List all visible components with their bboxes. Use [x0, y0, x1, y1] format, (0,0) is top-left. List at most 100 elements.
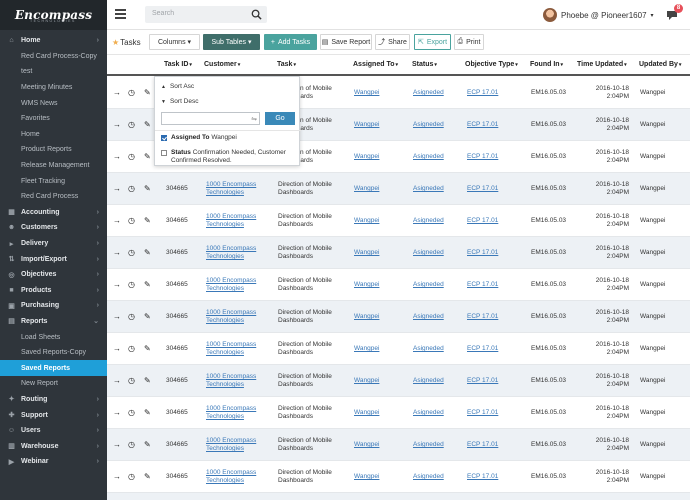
status-link[interactable]: Asigneded [413, 121, 444, 128]
status-link[interactable]: Asigneded [413, 473, 444, 480]
customer-link[interactable]: 1000 Encompass Technologies [206, 437, 266, 453]
user-menu[interactable]: Phoebe @ Pioneer1607 ▾ [543, 8, 654, 22]
edit-icon[interactable]: ✎ [144, 280, 151, 289]
objective-type-link[interactable]: ECP 17.01 [467, 281, 498, 288]
sidebar-item[interactable]: ⌂ Home › [0, 33, 107, 49]
status-link[interactable]: Asigneded [413, 249, 444, 256]
sidebar-item[interactable]: ▣ Purchasing › [0, 298, 107, 314]
share-button[interactable]: ⤴ Share [375, 34, 410, 50]
history-icon[interactable]: ◷ [128, 440, 135, 449]
objective-type-link[interactable]: ECP 17.01 [467, 345, 498, 352]
edit-icon[interactable]: ✎ [144, 120, 151, 129]
column-header[interactable]: Customer▾ [204, 61, 240, 68]
sidebar-item[interactable]: Product Reports [0, 142, 107, 158]
objective-type-link[interactable]: ECP 17.01 [467, 89, 498, 96]
open-arrow-icon[interactable]: → [113, 376, 121, 385]
customer-link[interactable]: 1000 Encompass Technologies [206, 245, 266, 261]
sidebar-item[interactable]: Red Card Process [0, 189, 107, 205]
history-icon[interactable]: ◷ [128, 280, 135, 289]
open-arrow-icon[interactable]: → [113, 280, 121, 289]
go-button[interactable]: Go [265, 112, 295, 125]
search-icon[interactable] [251, 9, 262, 20]
column-header[interactable]: Objective Type▾ [465, 61, 518, 68]
assigned-to-link[interactable]: Wangpei [354, 121, 379, 128]
status-link[interactable]: Asigneded [413, 409, 444, 416]
sidebar-item[interactable]: ◎ Objectives › [0, 267, 107, 283]
menu-toggle-icon[interactable] [115, 9, 126, 19]
save-report-button[interactable]: ▤ Save Report [320, 34, 372, 50]
column-header[interactable]: Found In▾ [530, 61, 563, 68]
history-icon[interactable]: ◷ [128, 312, 135, 321]
status-link[interactable]: Asigneded [413, 217, 444, 224]
status-link[interactable]: Asigneded [413, 89, 444, 96]
objective-type-link[interactable]: ECP 17.01 [467, 121, 498, 128]
customer-link[interactable]: 1000 Encompass Technologies [206, 373, 266, 389]
filter-input[interactable]: ⇋ [161, 112, 260, 125]
sidebar-item[interactable]: ☺ Users › [0, 423, 107, 439]
assigned-to-link[interactable]: Wangpei [354, 313, 379, 320]
customer-link[interactable]: 1000 Encompass Technologies [206, 341, 266, 357]
edit-icon[interactable]: ✎ [144, 472, 151, 481]
objective-type-link[interactable]: ECP 17.01 [467, 153, 498, 160]
sidebar-item[interactable]: ▥ Warehouse › [0, 438, 107, 454]
sidebar-item[interactable]: ▤ Reports ⌄ [0, 314, 107, 330]
sort-asc-option[interactable]: ▲ Sort Asc [161, 83, 194, 90]
status-link[interactable]: Asigneded [413, 185, 444, 192]
print-button[interactable]: ⎙ Print [454, 34, 484, 50]
objective-type-link[interactable]: ECP 17.01 [467, 185, 498, 192]
open-arrow-icon[interactable]: → [113, 152, 121, 161]
status-link[interactable]: Asigneded [413, 345, 444, 352]
objective-type-link[interactable]: ECP 17.01 [467, 217, 498, 224]
open-arrow-icon[interactable]: → [113, 408, 121, 417]
customer-link[interactable]: 1000 Encompass Technologies [206, 405, 266, 421]
edit-icon[interactable]: ✎ [144, 88, 151, 97]
history-icon[interactable]: ◷ [128, 152, 135, 161]
status-link[interactable]: Asigneded [413, 377, 444, 384]
assigned-to-link[interactable]: Wangpei [354, 217, 379, 224]
customer-link[interactable]: 1000 Encompass Technologies [206, 181, 266, 197]
open-arrow-icon[interactable]: → [113, 88, 121, 97]
assigned-to-link[interactable]: Wangpei [354, 153, 379, 160]
assigned-to-link[interactable]: Wangpei [354, 377, 379, 384]
assigned-to-link[interactable]: Wangpei [354, 345, 379, 352]
sidebar-item[interactable]: Saved Reports [0, 360, 107, 377]
filter-option-checkbox[interactable] [161, 150, 167, 156]
sidebar-item[interactable]: ⇅ Import/Export › [0, 251, 107, 267]
assigned-to-link[interactable]: Wangpei [354, 89, 379, 96]
edit-icon[interactable]: ✎ [144, 408, 151, 417]
edit-icon[interactable]: ✎ [144, 312, 151, 321]
sidebar-item[interactable]: WMS News [0, 95, 107, 111]
history-icon[interactable]: ◷ [128, 216, 135, 225]
customer-link[interactable]: 1000 Encompass Technologies [206, 309, 266, 325]
export-button[interactable]: ⇱ Export [414, 34, 451, 50]
assigned-to-link[interactable]: Wangpei [354, 249, 379, 256]
history-icon[interactable]: ◷ [128, 408, 135, 417]
edit-icon[interactable]: ✎ [144, 152, 151, 161]
open-arrow-icon[interactable]: → [113, 184, 121, 193]
history-icon[interactable]: ◷ [128, 376, 135, 385]
history-icon[interactable]: ◷ [128, 248, 135, 257]
columns-button[interactable]: Columns ▾ [149, 34, 200, 50]
customer-link[interactable]: 1000 Encompass Technologies [206, 469, 266, 485]
column-header[interactable]: Status▾ [412, 61, 437, 68]
edit-icon[interactable]: ✎ [144, 216, 151, 225]
status-link[interactable]: Asigneded [413, 153, 444, 160]
customer-link[interactable]: 1000 Encompass Technologies [206, 277, 266, 293]
open-arrow-icon[interactable]: → [113, 248, 121, 257]
open-arrow-icon[interactable]: → [113, 472, 121, 481]
assigned-to-link[interactable]: Wangpei [354, 409, 379, 416]
sidebar-item[interactable]: Fleet Tracking [0, 173, 107, 189]
sidebar-item[interactable]: Favorites [0, 111, 107, 127]
objective-type-link[interactable]: ECP 17.01 [467, 377, 498, 384]
open-arrow-icon[interactable]: → [113, 312, 121, 321]
history-icon[interactable]: ◷ [128, 120, 135, 129]
filter-option[interactable]: Assigned To Wangpei [171, 134, 295, 142]
open-arrow-icon[interactable]: → [113, 216, 121, 225]
open-arrow-icon[interactable]: → [113, 440, 121, 449]
assigned-to-link[interactable]: Wangpei [354, 473, 379, 480]
column-header[interactable]: Task ID▾ [164, 61, 192, 68]
objective-type-link[interactable]: ECP 17.01 [467, 249, 498, 256]
column-header[interactable]: Assigned To▾ [353, 61, 398, 68]
objective-type-link[interactable]: ECP 17.01 [467, 313, 498, 320]
assigned-to-link[interactable]: Wangpei [354, 441, 379, 448]
